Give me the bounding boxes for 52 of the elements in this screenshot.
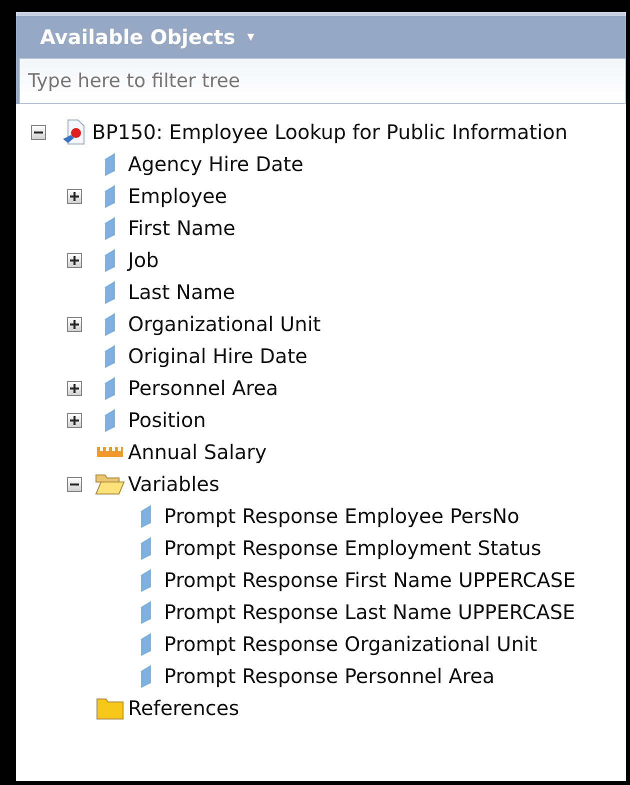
document-icon bbox=[62, 119, 86, 145]
dimension-icon bbox=[103, 215, 117, 241]
dimension-icon bbox=[103, 343, 117, 369]
plus-icon bbox=[70, 256, 78, 264]
tree-item-label[interactable]: Annual Salary bbox=[128, 437, 267, 467]
collapse-button[interactable] bbox=[30, 124, 46, 140]
tree-item-label[interactable]: Last Name bbox=[128, 277, 236, 307]
plus-icon bbox=[70, 416, 78, 424]
expand-button[interactable] bbox=[66, 380, 82, 396]
tree-item-label[interactable]: Prompt Response First Name UPPERCASE bbox=[164, 565, 576, 595]
ruler-icon bbox=[97, 447, 123, 457]
plus-icon bbox=[70, 320, 78, 328]
expand-button[interactable] bbox=[66, 188, 82, 204]
panel-title: Available Objects bbox=[40, 24, 236, 51]
plus-icon bbox=[70, 192, 78, 200]
dimension-icon bbox=[139, 567, 153, 593]
dimension-icon bbox=[139, 599, 153, 625]
filter-field[interactable]: Type here to filter tree bbox=[19, 58, 626, 104]
dimension-icon bbox=[139, 535, 153, 561]
tree-item-label[interactable]: Prompt Response Personnel Area bbox=[164, 661, 495, 691]
tree-item-label[interactable]: Employee bbox=[128, 181, 228, 211]
expand-button[interactable] bbox=[66, 316, 82, 332]
dimension-icon bbox=[103, 375, 117, 401]
tree-item-label[interactable]: Prompt Response Employee PersNo bbox=[164, 501, 520, 531]
dimension-icon bbox=[139, 503, 153, 529]
tree-item-label[interactable]: Personnel Area bbox=[128, 373, 278, 403]
open-folder-icon bbox=[95, 472, 125, 496]
dimension-icon bbox=[139, 631, 153, 657]
collapse-button[interactable] bbox=[66, 476, 82, 492]
tree-item-label[interactable]: Prompt Response Last Name UPPERCASE bbox=[164, 597, 576, 627]
tree-item-label[interactable]: BP150: Employee Lookup for Public Information bbox=[92, 117, 568, 147]
tree-item-label[interactable]: Prompt Response Employment Status bbox=[164, 533, 542, 563]
dimension-icon bbox=[103, 407, 117, 433]
expand-button[interactable] bbox=[66, 252, 82, 268]
folder-icon bbox=[95, 696, 125, 720]
dimension-icon bbox=[103, 247, 117, 273]
tree-item-label[interactable]: Original Hire Date bbox=[128, 341, 308, 371]
tree-item-label[interactable]: First Name bbox=[128, 213, 236, 243]
plus-icon bbox=[70, 384, 78, 392]
tree-item-label[interactable]: Agency Hire Date bbox=[128, 149, 304, 179]
tree-item-label[interactable]: Prompt Response Organizational Unit bbox=[164, 629, 538, 659]
tree-item-label[interactable]: Variables bbox=[128, 469, 220, 499]
tree-item-label[interactable]: References bbox=[128, 693, 240, 723]
expand-button[interactable] bbox=[66, 412, 82, 428]
dimension-icon bbox=[103, 311, 117, 337]
tree-item-label[interactable]: Job bbox=[128, 245, 159, 275]
dimension-icon bbox=[103, 183, 117, 209]
dimension-icon bbox=[103, 279, 117, 305]
dimension-icon bbox=[139, 663, 153, 689]
tree-item-label[interactable]: Position bbox=[128, 405, 206, 435]
dimension-icon bbox=[103, 151, 117, 177]
tree-item-label[interactable]: Organizational Unit bbox=[128, 309, 321, 339]
